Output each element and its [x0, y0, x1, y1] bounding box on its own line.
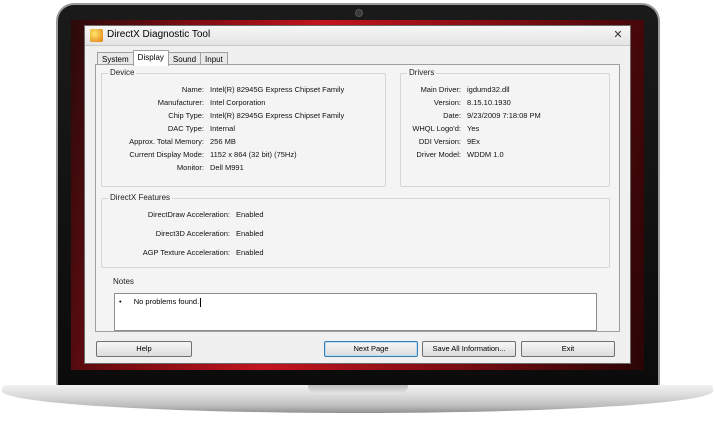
tab-display[interactable]: Display: [132, 50, 169, 66]
help-button[interactable]: Help: [96, 341, 192, 357]
device-label: Name:: [181, 85, 204, 94]
driver-label: Date:: [443, 111, 461, 120]
device-label: Approx. Total Memory:: [129, 137, 204, 146]
device-value: 1152 x 864 (32 bit) (75Hz): [210, 150, 297, 159]
feature-row: DirectDraw Acceleration: Enabled: [102, 209, 609, 221]
driver-value: 8.15.10.1930: [467, 98, 511, 107]
feature-value: Enabled: [236, 248, 264, 257]
driver-value: Yes: [467, 124, 480, 133]
device-group: Device Name: Intel(R) 82945G Express Chi…: [101, 68, 386, 187]
save-all-information-button[interactable]: Save All Information...: [422, 341, 516, 357]
title-bar[interactable]: DirectX Diagnostic Tool ✕: [85, 26, 630, 46]
driver-row: Version: 8.15.10.1930: [401, 97, 609, 109]
driver-value: 9/23/2009 7:18:08 PM: [467, 111, 541, 120]
feature-label: AGP Texture Acceleration:: [142, 248, 230, 257]
laptop-notch: [308, 385, 408, 394]
driver-label: DDI Version:: [418, 137, 461, 146]
device-value: Dell M991: [210, 163, 244, 172]
directx-features-group: DirectX Features DirectDraw Acceleration…: [101, 193, 610, 268]
device-value: Intel(R) 82945G Express Chipset Family: [210, 111, 345, 120]
driver-label: Driver Model:: [416, 150, 461, 159]
driver-value: 9Ex: [467, 137, 480, 146]
device-value: Internal: [210, 124, 236, 133]
device-value: 256 MB: [210, 137, 236, 146]
feature-value: Enabled: [236, 229, 264, 238]
driver-row: Driver Model: WDDM 1.0: [401, 149, 609, 161]
driver-row: Date: 9/23/2009 7:18:08 PM: [401, 110, 609, 122]
drivers-group: Drivers Main Driver: igdumd32.dll Versio…: [400, 68, 610, 187]
device-row: Monitor: Dell M991: [102, 162, 385, 174]
device-label: DAC Type:: [167, 124, 204, 133]
device-row: Current Display Mode: 1152 x 864 (32 bit…: [102, 149, 385, 161]
device-label: Manufacturer:: [157, 98, 204, 107]
device-value: Intel(R) 82945G Express Chipset Family: [210, 85, 345, 94]
directx-app-icon: [90, 29, 103, 42]
webcam-icon: [355, 9, 363, 17]
device-row: Name: Intel(R) 82945G Express Chipset Fa…: [102, 84, 385, 96]
driver-label: Main Driver:: [420, 85, 461, 94]
next-page-button[interactable]: Next Page: [324, 341, 418, 357]
close-button[interactable]: ✕: [610, 28, 626, 42]
driver-row: Main Driver: igdumd32.dll: [401, 84, 609, 96]
feature-row: Direct3D Acceleration: Enabled: [102, 228, 609, 240]
driver-label: Version:: [433, 98, 461, 107]
feature-label: Direct3D Acceleration:: [155, 229, 230, 238]
driver-value: WDDM 1.0: [467, 150, 504, 159]
device-value: Intel Corporation: [210, 98, 266, 107]
device-row: Manufacturer: Intel Corporation: [102, 97, 385, 109]
notes-textbox[interactable]: • No problems found.: [114, 293, 597, 331]
note-line: • No problems found.: [119, 297, 202, 307]
driver-value: igdumd32.dll: [467, 85, 510, 94]
device-row: Approx. Total Memory: 256 MB: [102, 136, 385, 148]
note-bullet: •: [119, 297, 122, 306]
drivers-group-title: Drivers: [407, 68, 437, 77]
text-caret: [200, 297, 202, 307]
driver-row: DDI Version: 9Ex: [401, 136, 609, 148]
feature-row: AGP Texture Acceleration: Enabled: [102, 247, 609, 259]
driver-row: WHQL Logo'd: Yes: [401, 123, 609, 135]
note-text: No problems found.: [133, 297, 200, 306]
driver-label: WHQL Logo'd:: [412, 124, 461, 133]
notes-group: Notes • No problems found.: [108, 277, 608, 333]
device-label: Chip Type:: [168, 111, 204, 120]
device-row: Chip Type: Intel(R) 82945G Express Chips…: [102, 110, 385, 122]
device-group-title: Device: [108, 68, 137, 77]
display-tab-panel: Device Name: Intel(R) 82945G Express Chi…: [95, 64, 620, 332]
directx-diagnostic-window: DirectX Diagnostic Tool ✕ System Display…: [84, 25, 631, 364]
feature-label: DirectDraw Acceleration:: [147, 210, 230, 219]
device-label: Current Display Mode:: [129, 150, 204, 159]
device-row: DAC Type: Internal: [102, 123, 385, 135]
device-label: Monitor:: [176, 163, 204, 172]
notes-group-title: Notes: [111, 277, 136, 286]
features-group-title: DirectX Features: [108, 193, 173, 202]
window-title: DirectX Diagnostic Tool: [107, 29, 211, 40]
feature-value: Enabled: [236, 210, 264, 219]
exit-button[interactable]: Exit: [521, 341, 615, 357]
